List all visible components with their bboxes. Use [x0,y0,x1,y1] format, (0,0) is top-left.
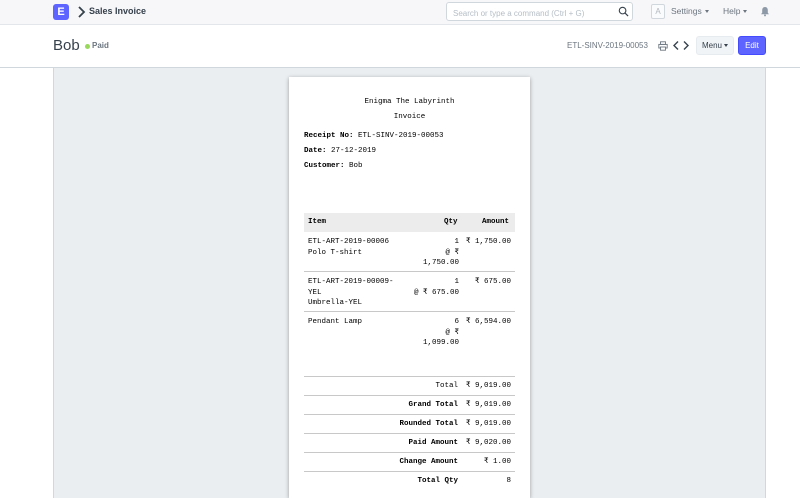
status-indicator-dot [85,44,90,49]
totals-divider [304,376,515,377]
column-header-item: Item [308,218,327,226]
totals-divider [304,395,515,396]
grand-total-value: ₹ 9,019.00 [465,401,511,409]
chevron-right-icon[interactable] [682,40,690,51]
total-qty-value: 8 [506,477,511,485]
customer-label: Customer: [304,162,345,170]
edit-button[interactable]: Edit [738,36,766,55]
menu-button-label: Menu [701,41,722,50]
document-name: ETL-SINV-2019-00053 [567,41,648,50]
breadcrumb-sales-invoice[interactable]: Sales Invoice [89,6,146,16]
search-input[interactable] [447,5,612,22]
item-rate: @ ₹ [445,328,459,337]
item-name: Polo T-shirt [308,248,363,257]
totals-divider [304,433,515,434]
row-divider [304,271,515,272]
receipt-preview: Enigma The Labyrinth Invoice Receipt No:… [289,77,530,498]
receipt-title: Invoice [393,113,426,121]
date-label: Date: [304,147,327,155]
top-navbar: E Sales Invoice A Settings Help [0,0,800,25]
date-value: 27-12-2019 [331,147,377,155]
item-qty: 1 [454,238,459,246]
caret-down-icon [724,44,728,48]
date-line: Date: 27-12-2019 [304,147,376,155]
totals-divider [304,414,515,415]
item-code-suffix: YEL [308,288,322,297]
help-dropdown[interactable]: Help [723,6,748,16]
item-name: Pendant Lamp [308,318,363,326]
column-header-qty: Qty [444,218,458,226]
bell-icon[interactable] [760,6,770,17]
receipt-no-line: Receipt No: ETL-SINV-2019-00053 [304,132,444,140]
settings-dropdown[interactable]: Settings [671,6,709,16]
caret-down-icon [743,10,748,14]
item-rate: @ ₹ 675.00 [413,288,459,297]
row-divider [304,311,515,312]
item-rate-value: 1,099.00 [422,339,459,347]
receipt-no-value: ETL-SINV-2019-00053 [358,132,444,140]
receipt-no-label: Receipt No: [304,132,354,140]
paid-amount-label: Paid Amount [408,439,458,447]
totals-divider [304,471,515,472]
item-qty: 1 [454,278,459,286]
search-bar [446,2,633,22]
item-amount: ₹ 1,750.00 [465,238,511,246]
app-logo[interactable]: E [53,4,69,20]
print-icon[interactable] [658,41,668,51]
item-rate: @ ₹ [445,248,459,257]
item-code: ETL-ART-2019-00006 [308,238,390,246]
totals-divider [304,452,515,453]
grand-total-label: Grand Total [408,401,458,409]
company-name: Enigma The Labyrinth [364,98,455,106]
menu-button[interactable]: Menu [696,36,734,55]
item-qty: 6 [454,318,459,326]
items-table-header: Item Qty Amount [304,213,515,232]
page-head: Bob Paid ETL-SINV-2019-00053 Menu Edit [0,26,800,68]
total-label: Total [435,382,458,390]
item-amount: ₹ 675.00 [474,278,511,286]
item-name: Umbrella-YEL [308,299,363,307]
search-icon[interactable] [618,6,629,17]
avatar[interactable]: A [651,4,665,19]
page-title: Bob [53,37,80,54]
item-amount: ₹ 6,594.00 [465,318,511,326]
total-qty-label: Total Qty [417,477,458,485]
settings-label: Settings [671,6,702,16]
chevron-left-icon[interactable] [672,40,680,51]
rounded-total-value: ₹ 9,019.00 [465,420,511,428]
rounded-total-label: Rounded Total [399,420,458,428]
item-rate-value: 1,750.00 [422,259,459,267]
customer-value: Bob [349,162,363,170]
status-badge: Paid [92,41,109,50]
customer-line: Customer: Bob [304,162,363,170]
change-amount-value: ₹ 1.00 [483,458,511,466]
help-label: Help [723,6,741,16]
item-code: ETL-ART-2019-00009- [308,278,394,286]
caret-down-icon [704,10,709,14]
column-header-amount: Amount [482,218,510,226]
paid-amount-value: ₹ 9,020.00 [465,439,511,447]
chevron-right-icon [78,6,86,18]
change-amount-label: Change Amount [399,458,458,466]
total-value: ₹ 9,019.00 [465,382,511,390]
